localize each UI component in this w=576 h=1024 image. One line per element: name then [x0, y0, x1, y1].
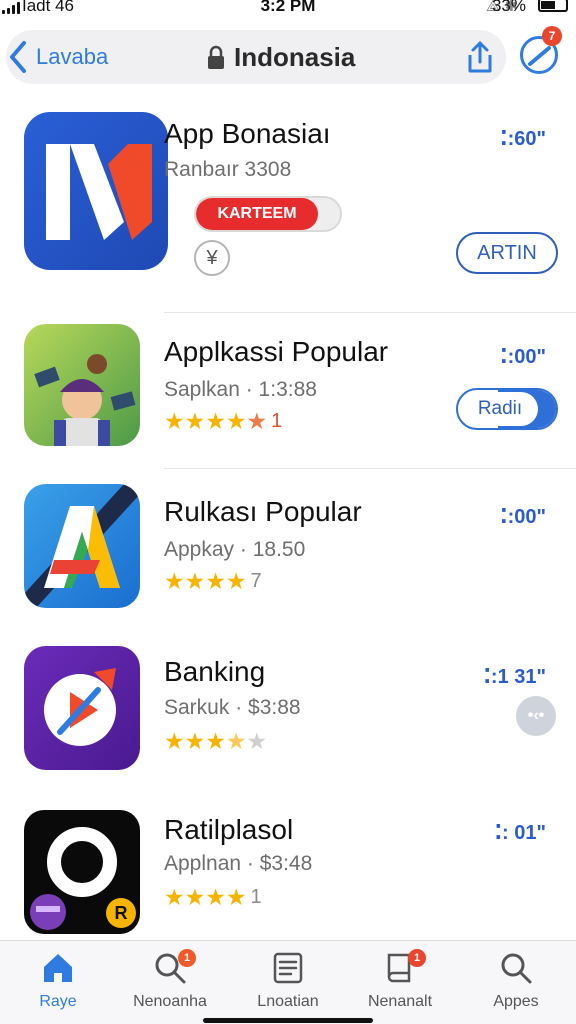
play-logo-icon: [24, 646, 140, 770]
rating-count: 1: [271, 410, 283, 432]
app-price: ⁚:1 31": [483, 666, 546, 688]
back-button[interactable]: Lavaba: [8, 40, 108, 74]
tab-label: Nenoanha: [133, 993, 207, 1010]
app-price: ⁚:00": [500, 346, 546, 368]
divider: [164, 468, 576, 469]
app-name[interactable]: Banking: [164, 656, 265, 688]
list-icon: [273, 952, 303, 984]
price-dots-icon: ⁚: [500, 506, 508, 528]
app-icon[interactable]: [24, 324, 140, 446]
price-dots-icon: ⁚: [494, 822, 503, 844]
chevron-left-icon: [10, 41, 26, 73]
app-icon[interactable]: [24, 484, 140, 608]
tab-label: Lnoatian: [257, 993, 319, 1010]
app-name[interactable]: App Bonasiaı: [164, 118, 331, 150]
tab-label: Raye: [39, 993, 77, 1010]
price-dots-icon: ⁚: [500, 346, 508, 368]
battery-icon: [538, 0, 568, 12]
more-button[interactable]: •‹•: [516, 696, 556, 736]
search-icon: [501, 953, 532, 984]
redeem-button[interactable]: KARTEEM: [194, 196, 342, 232]
tab-badge: 1: [178, 949, 196, 967]
arrow-icon: [528, 46, 551, 66]
app-action-button[interactable]: ARTIN: [456, 232, 558, 274]
app-name[interactable]: Ratilplasol: [164, 814, 293, 846]
app-action-button[interactable]: Radiı: [456, 388, 558, 430]
app-price: ⁚:00": [500, 506, 546, 528]
tab-label: Nenanalt: [367, 993, 433, 1010]
app-subtitle: Saplkan · 1:3:88: [164, 378, 317, 401]
home-icon: [44, 954, 72, 982]
app-icon[interactable]: R: [24, 810, 140, 934]
back-label: Lavaba: [36, 44, 109, 69]
tab-list[interactable]: Lnoatian: [238, 949, 338, 1019]
status-bar: Iadt 46 3:2 PM ⟁ ✱ 33%: [0, 0, 576, 18]
icon-badge: R: [106, 898, 136, 928]
tab-badge: 1: [408, 949, 426, 967]
site-title-group: Indonasia: [206, 42, 355, 73]
tab-apps[interactable]: Appes: [466, 949, 566, 1019]
rating-stars: ★ ★ ★ ★ ★: [164, 728, 268, 754]
app-price: ⁚:60": [500, 128, 546, 150]
m-logo-icon: [24, 112, 168, 270]
app-subtitle: Ranbaır 3308: [164, 158, 292, 181]
price-dots-icon: ⁚: [483, 666, 491, 688]
price-dots-icon: ⁚: [500, 128, 508, 150]
notification-badge: 7: [542, 26, 562, 46]
rating-stars: ★ ★ ★ ★ ★ 1: [164, 408, 283, 434]
app-icon[interactable]: [24, 646, 140, 770]
character-icon: [24, 324, 140, 446]
app-price: ⁚: 01": [494, 822, 546, 844]
share-icon[interactable]: [464, 40, 496, 74]
currency-button[interactable]: ¥: [194, 240, 230, 276]
tab-search[interactable]: 1 Nenoanha: [120, 949, 220, 1019]
home-indicator: [203, 1018, 373, 1023]
divider: [164, 312, 576, 313]
app-icon[interactable]: [24, 112, 168, 270]
rating-count: 7: [250, 570, 262, 592]
page-title: Indonasia: [234, 42, 356, 72]
tab-label: Appes: [493, 993, 539, 1010]
tab-bar: Raye 1 Nenoanha Lnoatian 1 Nenanalt Appe…: [0, 940, 576, 1024]
a-logo-icon: [24, 484, 140, 608]
app-subtitle: Applnan · $3:48: [164, 852, 313, 875]
rating-stars: ★ ★ ★ ★ 1: [164, 884, 262, 910]
rating-count: 1: [250, 886, 262, 908]
lock-icon: [208, 45, 224, 69]
battery-percent: 33%: [491, 0, 526, 15]
rating-stars: ★ ★ ★ ★ 7: [164, 568, 262, 594]
nav-bar: Lavaba Indonasia: [0, 30, 576, 84]
tab-book[interactable]: 1 Nenanalt: [350, 949, 450, 1019]
app-name[interactable]: Rulkası Popular: [164, 496, 362, 528]
notifications-button[interactable]: 7: [518, 26, 562, 74]
app-subtitle: Sarkuk · $3:88: [164, 696, 301, 719]
app-name[interactable]: Applkassi Popular: [164, 336, 388, 368]
tab-home[interactable]: Raye: [8, 949, 108, 1019]
app-subtitle: Appkay · 18.50: [164, 538, 306, 561]
